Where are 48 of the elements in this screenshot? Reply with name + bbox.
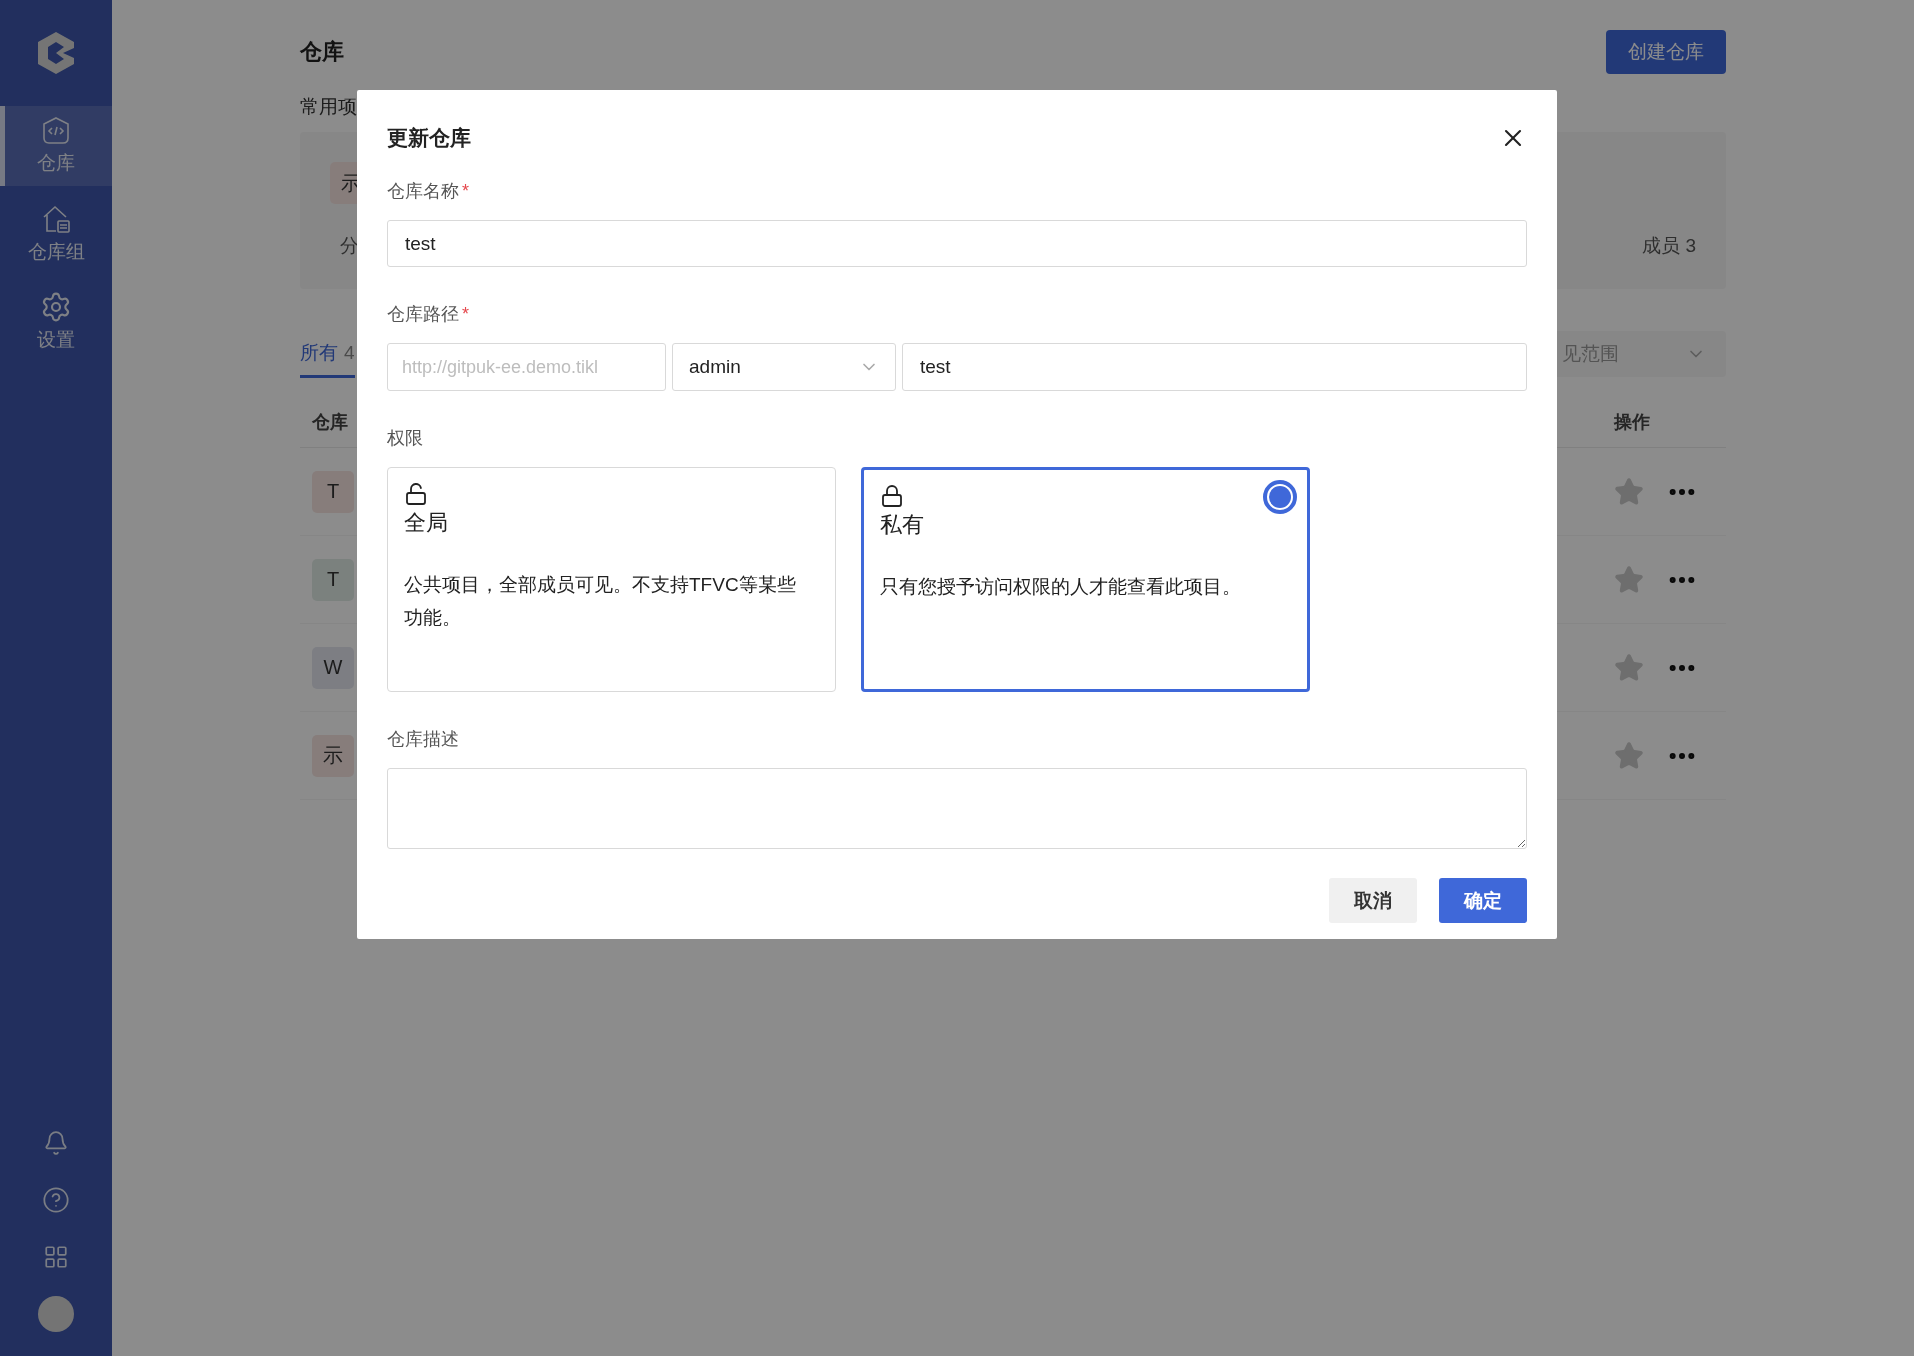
tab[interactable]: 所有 4 xyxy=(300,330,355,378)
cancel-button[interactable]: 取消 xyxy=(1329,878,1417,923)
sidebar-item[interactable]: 仓库组 xyxy=(0,194,112,274)
star-icon[interactable] xyxy=(1614,652,1644,683)
field-label: 仓库路径 * xyxy=(387,303,470,326)
owner-select[interactable]: admin xyxy=(672,343,896,391)
option-description: 只有您授予访问权限的人才能查看此项目。 xyxy=(880,575,1242,599)
url-prefix-field: http://gitpuk-ee.demo.tikl xyxy=(387,343,666,391)
unlock-icon xyxy=(404,482,428,506)
star-icon[interactable] xyxy=(1614,564,1644,595)
description-field[interactable] xyxy=(387,768,1527,849)
repo-avatar: W xyxy=(312,646,354,689)
repo-avatar: T xyxy=(312,470,354,513)
member-count: 成员 3 xyxy=(1642,234,1696,258)
help-icon[interactable] xyxy=(42,1185,70,1214)
option-description: 公共项目，全部成员可见。不支持TFVC等某些功能。 xyxy=(404,573,797,630)
section-label: 常用项 xyxy=(300,95,358,119)
lock-icon xyxy=(880,484,904,508)
sidebar-label: 仓库组 xyxy=(27,240,85,264)
repo-meta: 分 xyxy=(340,234,359,258)
name-input-field[interactable]: test xyxy=(387,220,1527,267)
create-repo-button[interactable]: 创建仓库 xyxy=(1606,30,1726,74)
page-title: 仓库 xyxy=(300,38,344,66)
star-icon[interactable] xyxy=(1614,476,1644,507)
sidebar-label: 设置 xyxy=(37,328,75,352)
field-label: 权限 xyxy=(387,427,424,450)
permission-option[interactable]: 私有 只有您授予访问权限的人才能查看此项目。 xyxy=(861,467,1310,692)
column-header: 操作 xyxy=(1614,410,1651,434)
code-icon xyxy=(41,116,71,146)
permission-option[interactable]: 全局 公共项目，全部成员可见。不支持TFVC等某些功能。 xyxy=(387,467,836,692)
sidebar-label: 仓库 xyxy=(37,151,75,175)
repo-avatar: 示 xyxy=(312,734,354,777)
repo-avatar: T xyxy=(312,558,354,601)
field-label: 仓库名称 * xyxy=(387,180,470,203)
option-title: 全局 xyxy=(404,509,449,537)
grid-icon[interactable] xyxy=(43,1243,69,1270)
radio-selected xyxy=(1263,480,1297,514)
sidebar-item[interactable]: 设置 xyxy=(0,282,112,362)
column-header: 仓库 xyxy=(312,410,349,434)
settings-icon xyxy=(40,291,72,323)
confirm-button[interactable]: 确定 xyxy=(1439,878,1527,923)
star-icon[interactable] xyxy=(1614,740,1644,771)
user-avatar[interactable] xyxy=(38,1295,74,1332)
path-input-field[interactable]: test xyxy=(902,343,1527,391)
dialog-title: 更新仓库 xyxy=(387,125,471,151)
bell-icon[interactable] xyxy=(43,1129,69,1156)
option-title: 私有 xyxy=(880,511,925,539)
field-label: 仓库描述 xyxy=(387,728,460,751)
